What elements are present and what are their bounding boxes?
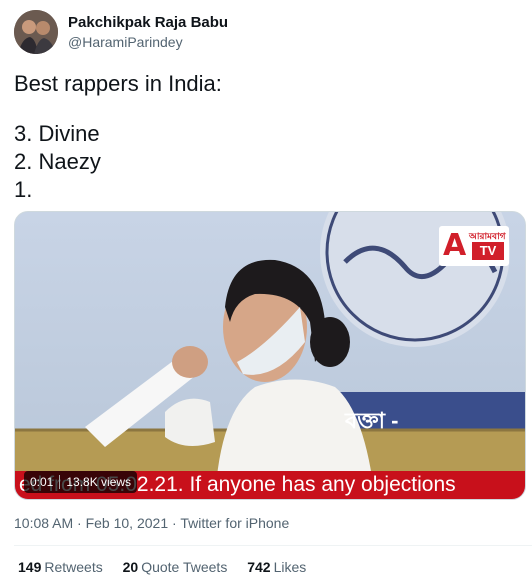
video-player[interactable]: A আরামবাগ TV বক্তা - ed from 05.02.21. I… [14,211,526,500]
tweet-text-line: 3. Divine [14,121,100,146]
quote-tweets-stat[interactable]: 20 Quote Tweets [123,559,228,575]
banner-text: বক্তা - [345,408,399,433]
engagement-stats: 149 Retweets 20 Quote Tweets 742 Likes [18,559,322,575]
timestamp-link[interactable]: 10:08 AM · Feb 10, 2021 [14,515,168,531]
author-avatar[interactable] [14,10,58,54]
author-handle[interactable]: @HaramiParindey [68,34,183,50]
video-view-count: 13.8K views [66,475,132,489]
channel-logo: A আরামবাগ TV [439,226,509,266]
source-link[interactable]: Twitter for iPhone [180,515,289,531]
tweet-text-line: 2. Naezy [14,149,101,174]
video-badge: 0:01 13.8K views [24,471,138,493]
tweet-text-line: 1. [14,177,33,202]
video-duration: 0:01 [30,475,54,489]
likes-stat[interactable]: 742 Likes [247,559,306,575]
author-display-name[interactable]: Pakchikpak Raja Babu [68,14,228,31]
divider [14,545,532,546]
retweets-stat[interactable]: 149 Retweets [18,559,103,575]
tweet-text-line: Best rappers in India: [14,71,222,96]
tweet-meta: 10:08 AM · Feb 10, 2021 · Twitter for iP… [14,515,289,531]
tweet-card: Pakchikpak Raja Babu @HaramiParindey Bes… [0,0,532,579]
tweet-text: Best rappers in India: 3. Divine 2. Naez… [14,70,514,204]
meta-separator: · [168,515,181,531]
